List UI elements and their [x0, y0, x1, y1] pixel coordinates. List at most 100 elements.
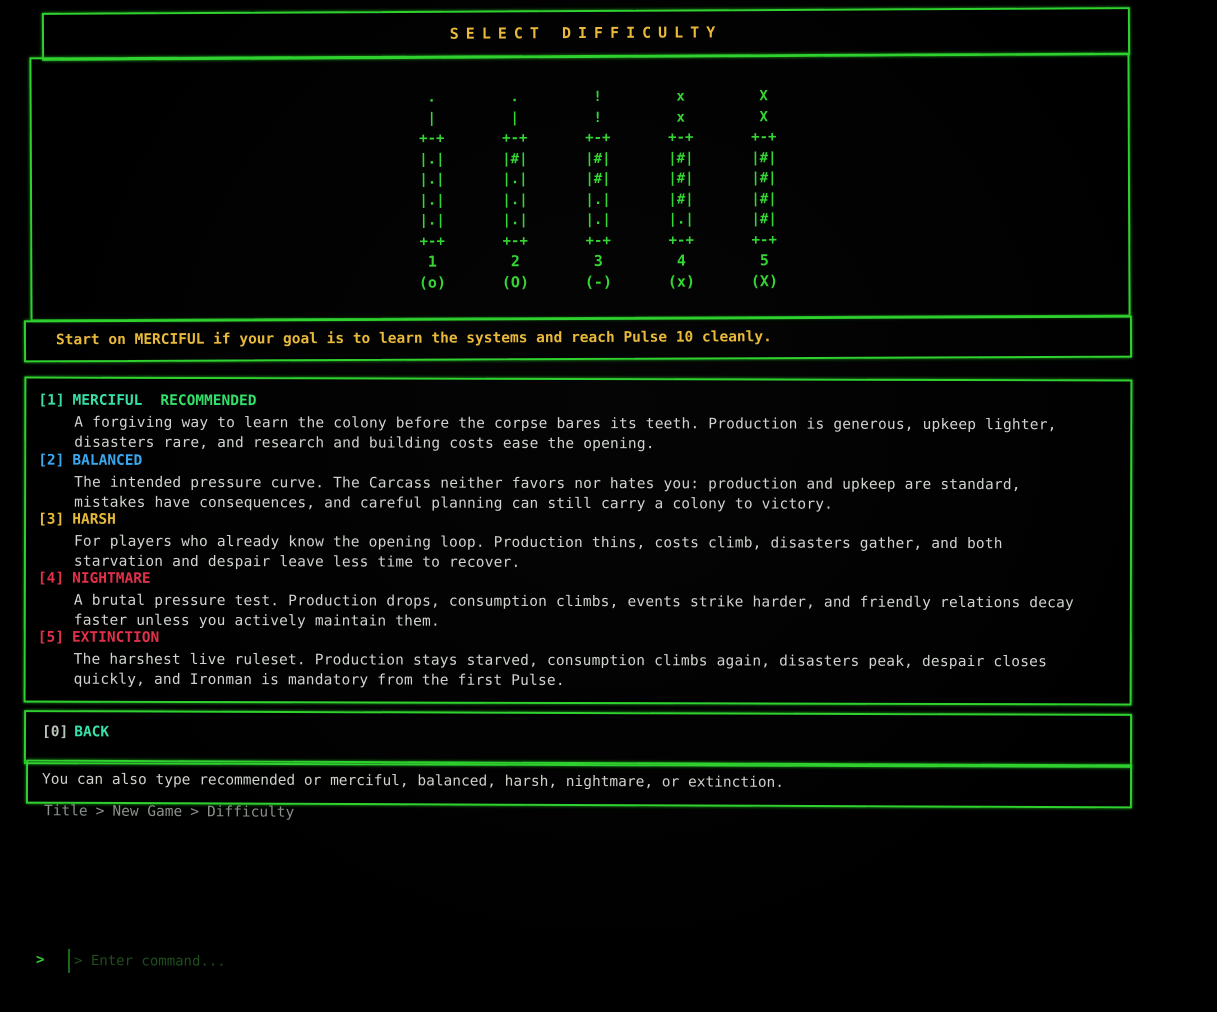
- gauge-line: |.|: [502, 191, 528, 208]
- gauge-line: |#|: [668, 150, 694, 167]
- gauge-line: +-+: [502, 232, 528, 249]
- back-label: BACK: [74, 724, 110, 741]
- gauge-symbol: (X): [750, 271, 778, 290]
- gauge-line: .: [427, 89, 436, 106]
- gauge-line: |#|: [751, 149, 777, 166]
- gauge-line: !: [593, 88, 602, 105]
- gauge-number: 1: [427, 252, 437, 271]
- option-key: [1]: [38, 392, 65, 409]
- gauge-line: |.|: [585, 211, 611, 228]
- gauge-line: +-+: [419, 130, 445, 147]
- gauge-number: 4: [676, 251, 686, 270]
- gauge-3: ! ! +-+ |#| |#| |.| |.| +-+ 3 (-): [570, 87, 627, 292]
- gauge-line: |#|: [585, 150, 611, 167]
- breadcrumb-separator: >: [190, 804, 200, 821]
- gauge-symbol: (x): [667, 271, 695, 291]
- gauge-4: x x +-+ |#| |#| |#| |.| +-+ 4 (x): [653, 86, 710, 291]
- option-key: [3]: [38, 511, 65, 528]
- gauge-line: |: [427, 110, 436, 127]
- option-balanced[interactable]: [2] BALANCED The intended pressure curve.…: [38, 453, 1118, 516]
- gauge-line: +-+: [502, 130, 528, 147]
- option-harsh[interactable]: [3] HARSH For players who already know th…: [38, 512, 1118, 575]
- back-key: [0]: [41, 724, 69, 741]
- gauge-line: |.|: [419, 151, 445, 168]
- gauge-line: +-+: [751, 231, 777, 248]
- gauge-line: |#|: [668, 191, 694, 208]
- gauge-symbol: (-): [584, 272, 612, 291]
- prompt-caret: >: [36, 952, 45, 968]
- gauge-5: X X +-+ |#| |#| |#| |#| +-+ 5 (X): [736, 86, 793, 291]
- gauge-line: +-+: [668, 232, 694, 249]
- option-header: [1] MERCIFUL RECOMMENDED: [38, 393, 1118, 416]
- gauge-line: |#|: [751, 211, 777, 228]
- option-header: [5] EXTINCTION: [38, 630, 1118, 653]
- gauge-line: +-+: [585, 129, 611, 146]
- gauge-line: |.|: [419, 212, 445, 229]
- recommended-badge: RECOMMENDED: [160, 392, 257, 410]
- gauge-line: |.|: [419, 171, 445, 188]
- gauge-line: .: [510, 89, 519, 106]
- hint-text: You can also type recommended or mercifu…: [41, 771, 785, 791]
- difficulty-art-panel: . | +-+ |.| |.| |.| |.| +-+ 1 (o) . | +-…: [29, 52, 1131, 322]
- option-extinction[interactable]: [5] EXTINCTION The harshest live ruleset.…: [38, 630, 1118, 693]
- gauge-line: x: [676, 88, 685, 105]
- gauge-line: |#|: [751, 170, 777, 187]
- gauge-line: |.|: [585, 191, 611, 208]
- gauge-number: 3: [593, 251, 603, 270]
- gauge-line: +-+: [751, 129, 777, 146]
- breadcrumb-item: New Game: [112, 803, 183, 821]
- gauge-line: X: [759, 88, 768, 105]
- gauge-line: |.|: [502, 171, 528, 188]
- gauge-line: X: [759, 108, 768, 125]
- option-name: NIGHTMARE: [72, 570, 151, 587]
- option-description: The intended pressure curve. The Carcass…: [74, 474, 1021, 513]
- option-key: [4]: [37, 570, 65, 587]
- back-panel: [0] BACK: [23, 710, 1133, 768]
- gauge-number: 2: [510, 252, 520, 271]
- gauge-line: |.|: [419, 192, 445, 209]
- option-header: [4] NIGHTMARE: [38, 571, 1118, 594]
- option-description: The harshest live ruleset. Production st…: [73, 651, 1048, 689]
- option-description: A brutal pressure test. Production drops…: [73, 592, 1075, 630]
- gauge-line: |#|: [668, 170, 694, 187]
- gauge-1: . | +-+ |.| |.| |.| |.| +-+ 1 (o): [404, 88, 461, 293]
- gauge-row: . | +-+ |.| |.| |.| |.| +-+ 1 (o) . | +-…: [404, 86, 793, 293]
- gauge-line: |.|: [502, 212, 528, 229]
- option-name: EXTINCTION: [71, 629, 160, 646]
- option-header: [3] HARSH: [38, 512, 1118, 535]
- gauge-line: !: [593, 109, 602, 126]
- breadcrumb-item: Title: [43, 803, 88, 820]
- gauge-line: +-+: [585, 232, 611, 249]
- option-merciful[interactable]: [1] MERCIFUL RECOMMENDED A forgiving way t…: [38, 393, 1118, 456]
- option-name: HARSH: [72, 511, 116, 528]
- gauge-2: . | +-+ |#| |.| |.| |.| +-+ 2 (O): [487, 87, 544, 292]
- option-description: For players who already know the opening…: [73, 533, 1003, 571]
- gauge-line: x: [676, 109, 685, 126]
- option-description: A forgiving way to learn the colony befo…: [74, 414, 1057, 453]
- gauge-line: |#|: [751, 190, 777, 207]
- breadcrumb-separator: >: [95, 803, 105, 820]
- option-key: [5]: [37, 629, 64, 646]
- gauge-line: +-+: [668, 129, 694, 146]
- breadcrumb: Title > New Game > Difficulty: [44, 803, 294, 821]
- breadcrumb-item: Difficulty: [206, 804, 295, 821]
- gauge-line: |.|: [668, 211, 694, 228]
- gauge-line: |#|: [502, 150, 528, 167]
- back-button[interactable]: [0] BACK: [42, 724, 109, 740]
- option-name: MERCIFUL: [72, 392, 143, 409]
- gauge-symbol: (o): [418, 273, 446, 292]
- command-input[interactable]: [67, 948, 477, 976]
- gauge-line: |: [510, 109, 519, 126]
- tip-text: Start on MERCIFUL if your goal is to lea…: [55, 329, 772, 349]
- option-key: [2]: [38, 452, 65, 469]
- gauge-symbol: (O): [501, 272, 529, 291]
- page-title: SELECT DIFFICULTY: [449, 23, 723, 43]
- game-screen: SELECT DIFFICULTY . | +-+ |.| |.| |.| |.…: [0, 0, 1217, 1012]
- hint-panel: You can also type recommended or mercifu…: [25, 759, 1133, 809]
- gauge-line: +-+: [419, 233, 445, 250]
- option-header: [2] BALANCED: [38, 453, 1118, 476]
- option-name: BALANCED: [72, 452, 143, 469]
- gauge-line: |#|: [585, 170, 611, 187]
- option-nightmare[interactable]: [4] NIGHTMARE A brutal pressure test. Pro…: [38, 571, 1118, 634]
- difficulty-options-list: [1] MERCIFUL RECOMMENDED A forgiving way t…: [23, 376, 1133, 706]
